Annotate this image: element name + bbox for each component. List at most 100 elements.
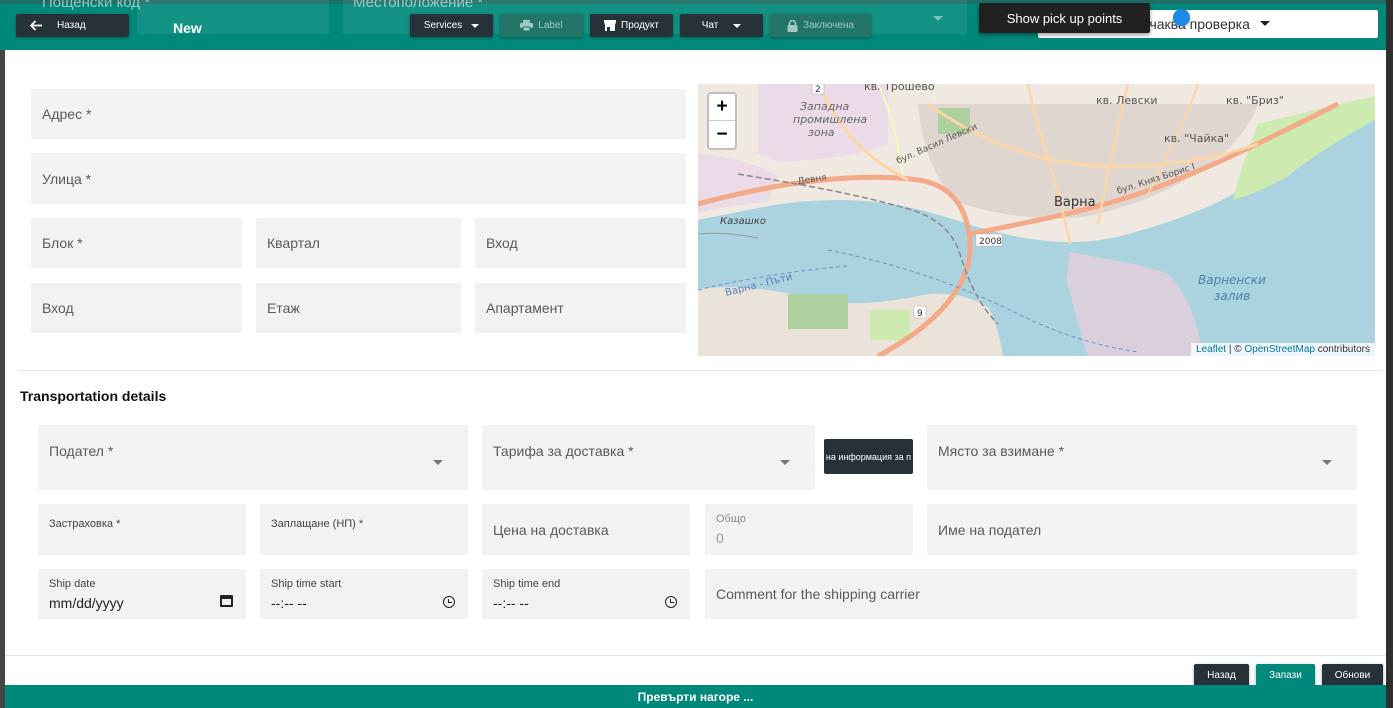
show-pickup-points-button[interactable]: Show pick up points	[979, 3, 1150, 33]
payment-label: Заплащане (НП) *	[271, 518, 364, 530]
ship-date-input[interactable]: Ship date mm/dd/yyyy	[38, 569, 246, 619]
map-label-city: Варна	[1054, 195, 1096, 210]
osm-link[interactable]: OpenStreetMap	[1244, 344, 1315, 355]
label-button[interactable]: Label	[500, 14, 583, 37]
back-button-label: Назад	[57, 20, 86, 31]
main-card: Адрес * Улица * Блок * Квартал Вход Вход…	[5, 50, 1386, 685]
top-toolbar: Пощенски код * Местоположение * Назад Ne…	[0, 0, 1386, 50]
sender-placeholder: Подател *	[49, 443, 114, 459]
ship-date-value: mm/dd/yyyy	[49, 595, 124, 611]
floor-input[interactable]: Етаж	[256, 283, 461, 333]
store-icon	[604, 20, 616, 31]
sender-select[interactable]: Подател *	[38, 425, 468, 490]
services-dropdown-button[interactable]: Services	[410, 14, 493, 37]
calendar-icon[interactable]	[220, 595, 233, 607]
ship-time-start-input[interactable]: Ship time start --:-- --	[260, 569, 468, 619]
location-label: Местоположение *	[353, 0, 484, 11]
info-tooltip-text: Показване на информация за п	[824, 451, 911, 462]
attribution-separator: | ©	[1226, 344, 1245, 355]
services-label: Services	[423, 20, 463, 31]
zoom-out-button[interactable]: −	[709, 121, 735, 148]
map-label-zone-1: Западна	[800, 100, 850, 113]
ship-time-end-label: Ship time end	[493, 578, 561, 590]
bottom-back-button[interactable]: Назад	[1194, 664, 1249, 687]
map-label-road-2: 2	[815, 85, 821, 95]
chat-dropdown-button[interactable]: Чат	[680, 14, 763, 37]
section-divider	[18, 370, 1381, 371]
chevron-down-icon	[733, 23, 742, 28]
clock-icon[interactable]	[443, 596, 455, 608]
sender-name-placeholder: Име на подател	[938, 522, 1042, 538]
apartment-input[interactable]: Апартамент	[475, 283, 686, 333]
map-label-road-2008: 2008	[979, 237, 1002, 247]
info-tooltip: Показване на информация за п	[824, 439, 913, 474]
save-button[interactable]: Запази	[1256, 664, 1315, 687]
insurance-input[interactable]: Застраховка *	[38, 504, 246, 555]
carrier-comment-input[interactable]: Comment for the shipping carrier	[705, 569, 1357, 619]
update-button[interactable]: Обнови	[1322, 664, 1383, 687]
entrance-placeholder: Вход	[486, 235, 518, 251]
map-label-bay-2: залив	[1214, 289, 1250, 303]
postal-code-field-behind: Пощенски код *	[42, 0, 329, 34]
total-label: Общо	[716, 513, 746, 525]
printer-icon	[520, 20, 534, 31]
map-label-briz: кв. "Бриз"	[1226, 94, 1284, 107]
block-input[interactable]: Блок *	[31, 218, 242, 268]
street-placeholder: Улица *	[42, 171, 92, 187]
entrance-2-input[interactable]: Вход	[31, 283, 242, 333]
clock-icon[interactable]	[665, 596, 677, 608]
total-value: 0	[716, 530, 724, 546]
map-attribution: Leaflet | © OpenStreetMap contributors	[1191, 343, 1375, 356]
quarter-input[interactable]: Квартал	[256, 218, 461, 268]
chevron-down-icon	[433, 460, 443, 465]
pickup-place-placeholder: Място за взимане *	[938, 443, 1065, 459]
product-button-label: Продукт	[621, 20, 659, 31]
locked-button-label: Заключена	[802, 20, 855, 31]
pickup-place-select[interactable]: Място за взимане *	[927, 425, 1357, 490]
scroll-to-top-bar[interactable]: Превърти нагоре ...	[5, 685, 1386, 708]
map-tiles: кв. Трошево кв. Левски кв. "Бриз" кв. "Ч…	[698, 84, 1375, 356]
delivery-tariff-select[interactable]: Тарифа за доставка *	[482, 425, 815, 490]
block-placeholder: Блок *	[42, 235, 83, 251]
delivery-price-input[interactable]: Цена на доставка	[482, 504, 690, 555]
leaflet-link[interactable]: Leaflet	[1196, 344, 1226, 355]
floor-placeholder: Етаж	[267, 300, 300, 316]
address-input[interactable]: Адрес *	[31, 89, 686, 139]
page-scrollbar[interactable]	[1386, 0, 1393, 708]
entrance-2-placeholder: Вход	[42, 300, 74, 316]
lock-icon	[787, 19, 798, 32]
ship-time-start-value: --:-- --	[271, 595, 307, 611]
map-label-kazashko: Казашко	[720, 216, 766, 227]
apartment-placeholder: Апартамент	[486, 300, 564, 316]
payment-input[interactable]: Заплащане (НП) *	[260, 504, 468, 555]
actions-divider	[5, 655, 1386, 656]
toggle-knob[interactable]	[1173, 9, 1190, 26]
sender-name-input[interactable]: Име на подател	[927, 504, 1357, 555]
address-placeholder: Адрес *	[42, 106, 92, 122]
chevron-down-icon	[471, 23, 480, 28]
chevron-down-icon	[780, 460, 790, 465]
locked-button[interactable]: Заключена	[770, 14, 871, 37]
ship-date-label: Ship date	[49, 578, 96, 590]
zoom-in-button[interactable]: +	[709, 94, 735, 121]
location-dropdown-arrow-icon	[933, 16, 943, 21]
carrier-comment-placeholder: Comment for the shipping carrier	[716, 586, 920, 602]
map-label-road-9: 9	[917, 309, 923, 319]
street-input[interactable]: Улица *	[31, 153, 686, 204]
chevron-down-icon	[1322, 460, 1332, 465]
product-button[interactable]: Продукт	[590, 14, 673, 37]
map-label-zone-2: промишлена	[793, 113, 867, 126]
arrow-left-icon	[30, 20, 42, 31]
entrance-input[interactable]: Вход	[475, 218, 686, 268]
map-label-zone-3: зона	[808, 126, 835, 139]
quarter-placeholder: Квартал	[267, 235, 320, 251]
ship-time-end-input[interactable]: Ship time end --:-- --	[482, 569, 690, 619]
back-button[interactable]: Назад	[16, 14, 129, 37]
map-label-levski: кв. Левски	[1096, 94, 1157, 107]
map-label-bay-1: Варненски	[1198, 273, 1266, 287]
ship-time-end-value: --:-- --	[493, 595, 529, 611]
ship-time-start-label: Ship time start	[271, 578, 342, 590]
delivery-price-placeholder: Цена на доставка	[493, 522, 609, 538]
status-select-value: очаква проверка	[1142, 16, 1250, 32]
map-view[interactable]: кв. Трошево кв. Левски кв. "Бриз" кв. "Ч…	[698, 84, 1375, 356]
